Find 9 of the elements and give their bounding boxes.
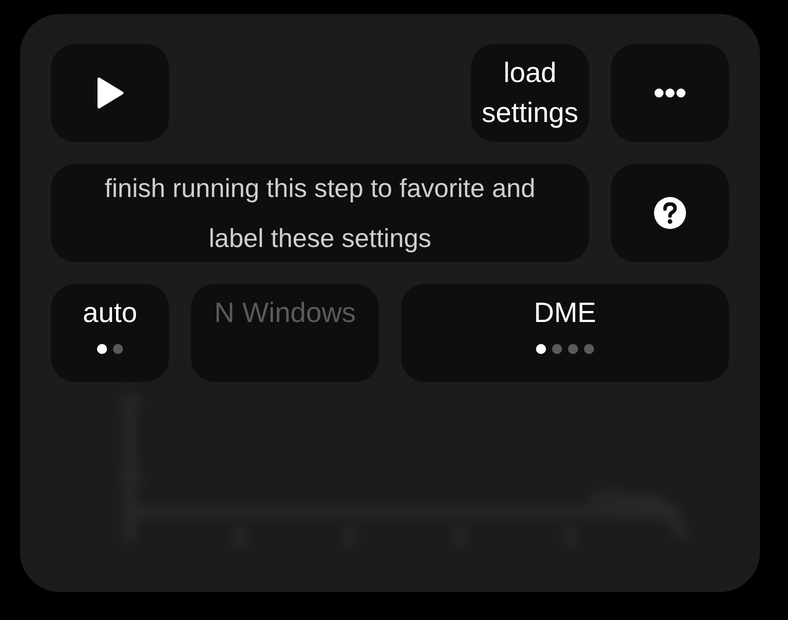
play-icon [95,76,125,110]
load-settings-button[interactable]: load settings [471,44,589,142]
message-text: finish running this step to favorite and label these settings [104,172,536,255]
selector-button[interactable]: auto [51,284,169,382]
more-icon [654,88,686,98]
selector-button[interactable]: DME [401,284,729,382]
help-button[interactable] [611,164,729,262]
play-button[interactable] [51,44,169,142]
help-icon [653,196,687,230]
